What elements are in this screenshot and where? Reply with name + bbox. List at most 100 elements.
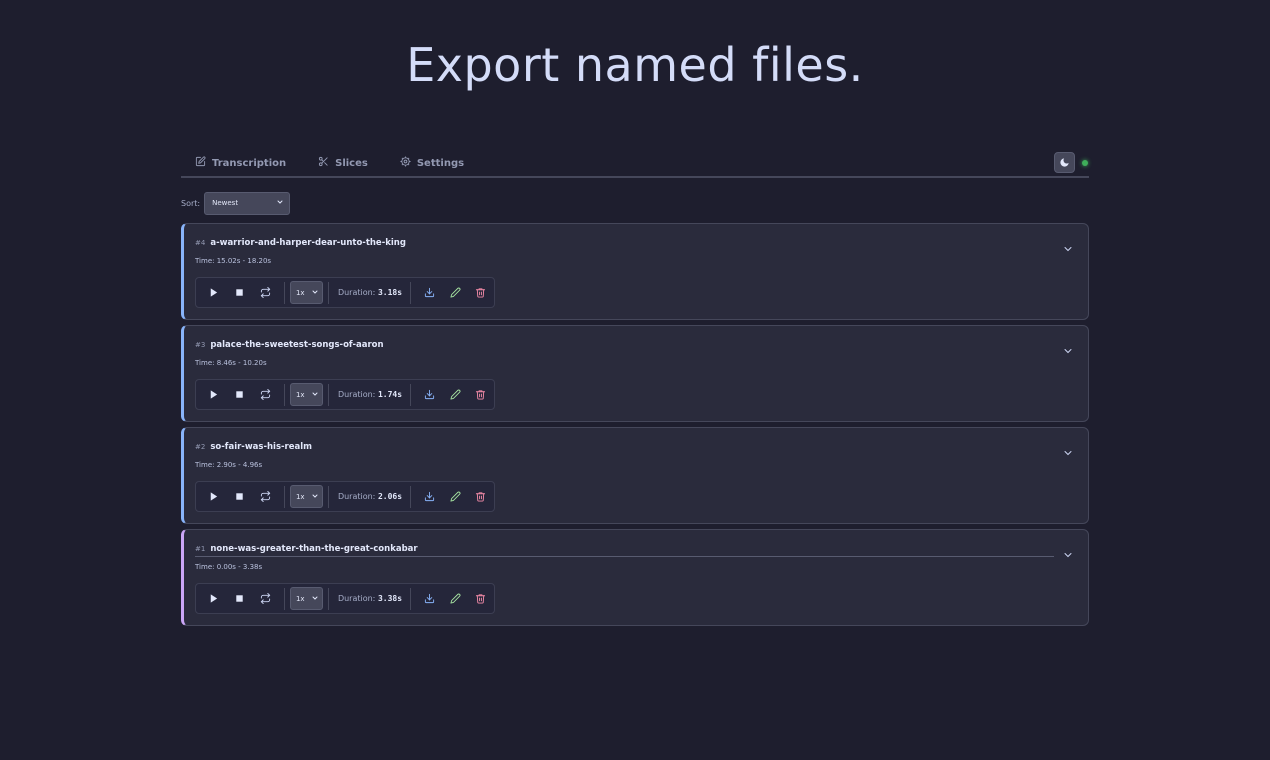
slice-card: #3 palace-the-sweetest-songs-of-aaron Ti… <box>181 325 1089 422</box>
download-icon <box>424 589 435 608</box>
loop-button[interactable] <box>253 281 279 305</box>
play-button[interactable] <box>201 485 227 509</box>
slice-name[interactable]: none-was-greater-than-the-great-conkabar <box>210 544 417 554</box>
tab-label: Transcription <box>212 157 287 169</box>
rename-button[interactable] <box>442 587 468 611</box>
speed-select[interactable]: 1x <box>289 587 323 610</box>
play-button[interactable] <box>201 383 227 407</box>
sort-label: Sort: <box>181 198 201 208</box>
slice-time: Time: 8.46s - 10.20s <box>195 359 267 367</box>
expand-chevron-icon[interactable] <box>1062 342 1074 354</box>
delete-button[interactable] <box>468 485 494 509</box>
download-button[interactable] <box>416 485 442 509</box>
download-button[interactable] <box>416 587 442 611</box>
pencil-icon <box>449 487 461 506</box>
sort-select[interactable]: Newest <box>204 191 291 215</box>
stop-icon <box>234 385 245 404</box>
chevron-down-icon <box>311 594 319 604</box>
slice-card: #4 a-warrior-and-harper-dear-unto-the-ki… <box>181 223 1089 320</box>
divider <box>327 383 329 406</box>
moon-icon <box>1059 153 1070 172</box>
rename-button[interactable] <box>442 383 468 407</box>
divider <box>283 383 285 406</box>
theme-toggle-button[interactable] <box>1054 152 1075 173</box>
speed-value: 1x <box>295 288 305 297</box>
duration-value: 3.38s <box>377 594 403 603</box>
delete-button[interactable] <box>468 587 494 611</box>
slice-list: #4 a-warrior-and-harper-dear-unto-the-ki… <box>181 223 1089 626</box>
play-button[interactable] <box>201 281 227 305</box>
duration-label: Duration: <box>337 594 376 603</box>
duration-value: 1.74s <box>377 390 403 399</box>
expand-chevron-icon[interactable] <box>1062 240 1074 252</box>
rename-button[interactable] <box>442 281 468 305</box>
slice-index: #4 <box>195 239 206 247</box>
tab-bar: Transcription Slices Settings <box>181 150 1089 178</box>
download-button[interactable] <box>416 383 442 407</box>
slice-name[interactable]: palace-the-sweetest-songs-of-aaron <box>210 340 383 350</box>
scissors-icon <box>318 156 329 170</box>
play-icon <box>208 589 219 608</box>
loop-button[interactable] <box>253 485 279 509</box>
delete-button[interactable] <box>468 281 494 305</box>
tab-transcription[interactable]: Transcription <box>195 151 286 175</box>
slice-time: Time: 0.00s - 3.38s <box>195 563 263 571</box>
loop-button[interactable] <box>253 587 279 611</box>
divider <box>283 281 285 304</box>
edit-icon <box>195 156 206 170</box>
divider <box>410 281 412 304</box>
speed-select[interactable]: 1x <box>289 485 323 508</box>
download-button[interactable] <box>416 281 442 305</box>
stop-button[interactable] <box>227 383 253 407</box>
download-icon <box>424 385 435 404</box>
stop-icon <box>234 283 245 302</box>
speed-value: 1x <box>295 594 305 603</box>
stop-button[interactable] <box>227 587 253 611</box>
playback-controls: 1x Duration: 2.06s <box>195 481 495 512</box>
download-icon <box>424 487 435 506</box>
divider <box>410 485 412 508</box>
delete-button[interactable] <box>468 383 494 407</box>
divider <box>327 281 329 304</box>
expand-chevron-icon[interactable] <box>1062 546 1074 558</box>
duration-value: 3.18s <box>377 288 403 297</box>
stop-icon <box>234 589 245 608</box>
speed-value: 1x <box>295 492 305 501</box>
tab-slices[interactable]: Slices <box>318 151 368 175</box>
playback-controls: 1x Duration: 1.74s <box>195 379 495 410</box>
slice-name[interactable]: a-warrior-and-harper-dear-unto-the-king <box>210 238 406 248</box>
stop-button[interactable] <box>227 281 253 305</box>
trash-icon <box>475 487 486 506</box>
chevron-down-icon <box>276 198 284 208</box>
stop-button[interactable] <box>227 485 253 509</box>
duration-readout: Duration: 3.18s <box>338 288 402 297</box>
slice-name[interactable]: so-fair-was-his-realm <box>210 442 312 452</box>
expand-chevron-icon[interactable] <box>1062 444 1074 456</box>
slice-index: #1 <box>195 545 206 553</box>
duration-readout: Duration: 3.38s <box>338 594 402 603</box>
divider <box>327 587 329 610</box>
pencil-icon <box>449 283 461 302</box>
play-icon <box>208 487 219 506</box>
slice-time: Time: 15.02s - 18.20s <box>195 257 272 265</box>
play-icon <box>208 385 219 404</box>
loop-button[interactable] <box>253 383 279 407</box>
chevron-down-icon <box>311 492 319 502</box>
slice-header: #3 palace-the-sweetest-songs-of-aaron <box>195 340 1054 352</box>
speed-select[interactable]: 1x <box>289 383 323 406</box>
rename-button[interactable] <box>442 485 468 509</box>
connection-status-dot <box>1082 160 1088 166</box>
tab-settings[interactable]: Settings <box>400 151 464 175</box>
tab-label: Slices <box>335 157 368 169</box>
download-icon <box>424 283 435 302</box>
play-button[interactable] <box>201 587 227 611</box>
duration-value: 2.06s <box>377 492 403 501</box>
divider <box>410 383 412 406</box>
repeat-icon <box>260 385 271 404</box>
page-title: Export named files. <box>406 38 864 92</box>
repeat-icon <box>260 589 271 608</box>
slice-index: #2 <box>195 443 206 451</box>
slice-header: #2 so-fair-was-his-realm <box>195 442 1054 454</box>
speed-select[interactable]: 1x <box>289 281 323 304</box>
duration-readout: Duration: 2.06s <box>338 492 402 501</box>
